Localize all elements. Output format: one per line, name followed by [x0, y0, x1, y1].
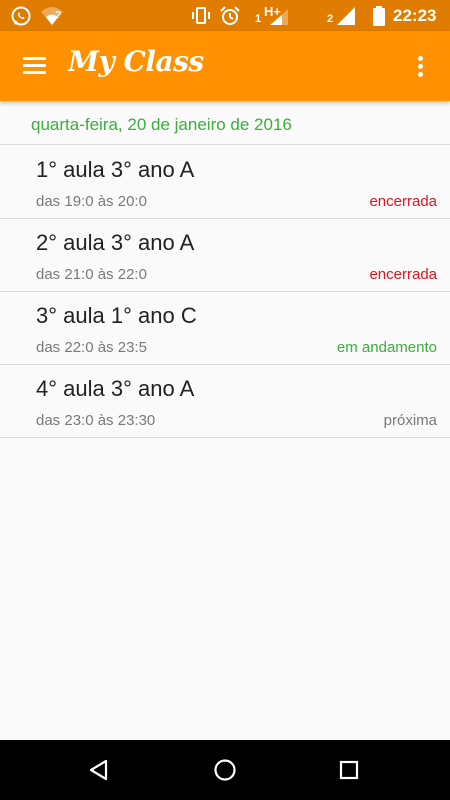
lesson-item-3[interactable]: 3° aula 1° ano C das 22:0 às 23:5 em and… — [0, 292, 450, 365]
lesson-list: 1° aula 3° ano A das 19:0 às 20:0 encerr… — [0, 146, 450, 438]
lesson-time: das 22:0 às 23:5 — [36, 339, 147, 356]
whatsapp-icon — [10, 0, 32, 31]
lesson-title: 4° aula 3° ano A — [36, 376, 195, 401]
status-time: 22:23 — [393, 5, 437, 25]
status-bar: ? 1 H+ 2 22:23 — [0, 0, 450, 31]
wifi-question-icon: ? — [40, 0, 64, 31]
lesson-time: das 19:0 às 20:0 — [36, 193, 147, 210]
lesson-status: em andamento — [336, 339, 437, 356]
back-icon[interactable] — [69, 740, 129, 800]
lesson-item-2[interactable]: 2° aula 3° ano A das 21:0 às 22:0 encerr… — [0, 219, 450, 292]
lesson-title: 1° aula 3° ano A — [36, 157, 195, 182]
app-bar: My Class — [0, 31, 450, 101]
recents-icon[interactable] — [319, 740, 379, 800]
more-vert-icon[interactable] — [408, 53, 432, 79]
signal-sim2-icon — [335, 0, 357, 31]
lesson-title: 2° aula 3° ano A — [36, 230, 195, 255]
menu-icon[interactable] — [18, 53, 52, 79]
signal-sim1-icon — [268, 0, 290, 31]
sim2-label: 2 — [327, 12, 334, 25]
lesson-status: encerrada — [369, 266, 437, 283]
lesson-item-1[interactable]: 1° aula 3° ano A das 19:0 às 20:0 encerr… — [0, 146, 450, 219]
lesson-time: das 23:0 às 23:30 — [36, 412, 156, 429]
lesson-item-4[interactable]: 4° aula 3° ano A das 23:0 às 23:30 próxi… — [0, 365, 450, 438]
alarm-icon — [219, 0, 241, 31]
date-header: quarta-feira, 20 de janeiro de 2016 — [0, 101, 450, 145]
home-icon[interactable] — [195, 740, 255, 800]
lesson-time: das 21:0 às 22:0 — [36, 266, 147, 283]
app-title: My Class — [68, 45, 204, 78]
lesson-status: encerrada — [369, 193, 437, 210]
wifi-question-mark: ? — [55, 10, 62, 21]
lesson-status: próxima — [383, 412, 437, 429]
sim1-label: 1 — [255, 12, 262, 25]
navigation-bar — [0, 740, 450, 800]
vibrate-icon — [190, 0, 212, 31]
battery-icon — [372, 0, 386, 31]
lesson-title: 3° aula 1° ano C — [36, 303, 197, 328]
